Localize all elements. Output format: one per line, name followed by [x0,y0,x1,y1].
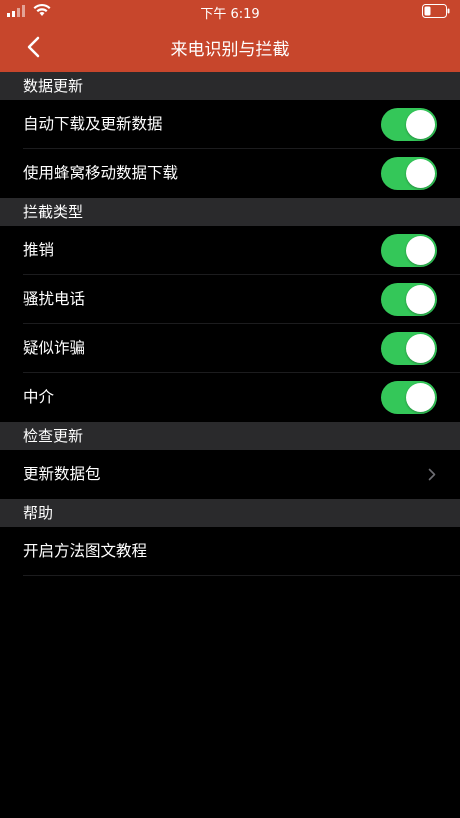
section-header-data-update: 数据更新 [0,72,460,100]
toggle-knob [406,383,435,412]
navigation-bar: 来电识别与拦截 [0,22,460,72]
chevron-right-icon [428,468,436,481]
row-label: 中介 [23,388,55,406]
row-telemarketing[interactable]: 推销 [0,226,460,275]
row-cellular-download[interactable]: 使用蜂窝移动数据下载 [0,149,460,198]
status-time: 下午 6:19 [200,7,260,22]
row-harassment[interactable]: 骚扰电话 [0,275,460,324]
row-divider [23,575,460,576]
agency-toggle[interactable] [381,381,437,414]
toggle-knob [406,159,435,188]
row-auto-download[interactable]: 自动下载及更新数据 [0,100,460,149]
row-label: 更新数据包 [23,465,101,483]
section-header-check-update: 检查更新 [0,422,460,450]
status-bar: 下午 6:19 [0,0,460,22]
suspected-fraud-toggle[interactable] [381,332,437,365]
app-header: 下午 6:19 来电识别与拦截 [0,0,460,72]
row-label: 使用蜂窝移动数据下载 [23,164,179,182]
toggle-knob [406,285,435,314]
auto-download-toggle[interactable] [381,108,437,141]
toggle-knob [406,334,435,363]
row-label: 自动下载及更新数据 [23,115,163,133]
section-header-block-types: 拦截类型 [0,198,460,226]
row-suspected-fraud[interactable]: 疑似诈骗 [0,324,460,373]
section-header-help: 帮助 [0,499,460,527]
harassment-toggle[interactable] [381,283,437,316]
row-agency[interactable]: 中介 [0,373,460,422]
settings-list: 数据更新 自动下载及更新数据 使用蜂窝移动数据下载 拦截类型 推销 骚扰电话 疑… [0,72,460,576]
telemarketing-toggle[interactable] [381,234,437,267]
row-label: 疑似诈骗 [23,339,86,357]
battery-icon [422,4,450,18]
page-title: 来电识别与拦截 [170,40,290,60]
toggle-knob [406,236,435,265]
row-label: 推销 [23,241,55,259]
cellular-download-toggle[interactable] [381,157,437,190]
row-tutorial[interactable]: 开启方法图文教程 [0,527,460,576]
row-label: 骚扰电话 [23,290,86,308]
row-update-data-package[interactable]: 更新数据包 [0,450,460,499]
row-label: 开启方法图文教程 [23,542,148,560]
toggle-knob [406,110,435,139]
